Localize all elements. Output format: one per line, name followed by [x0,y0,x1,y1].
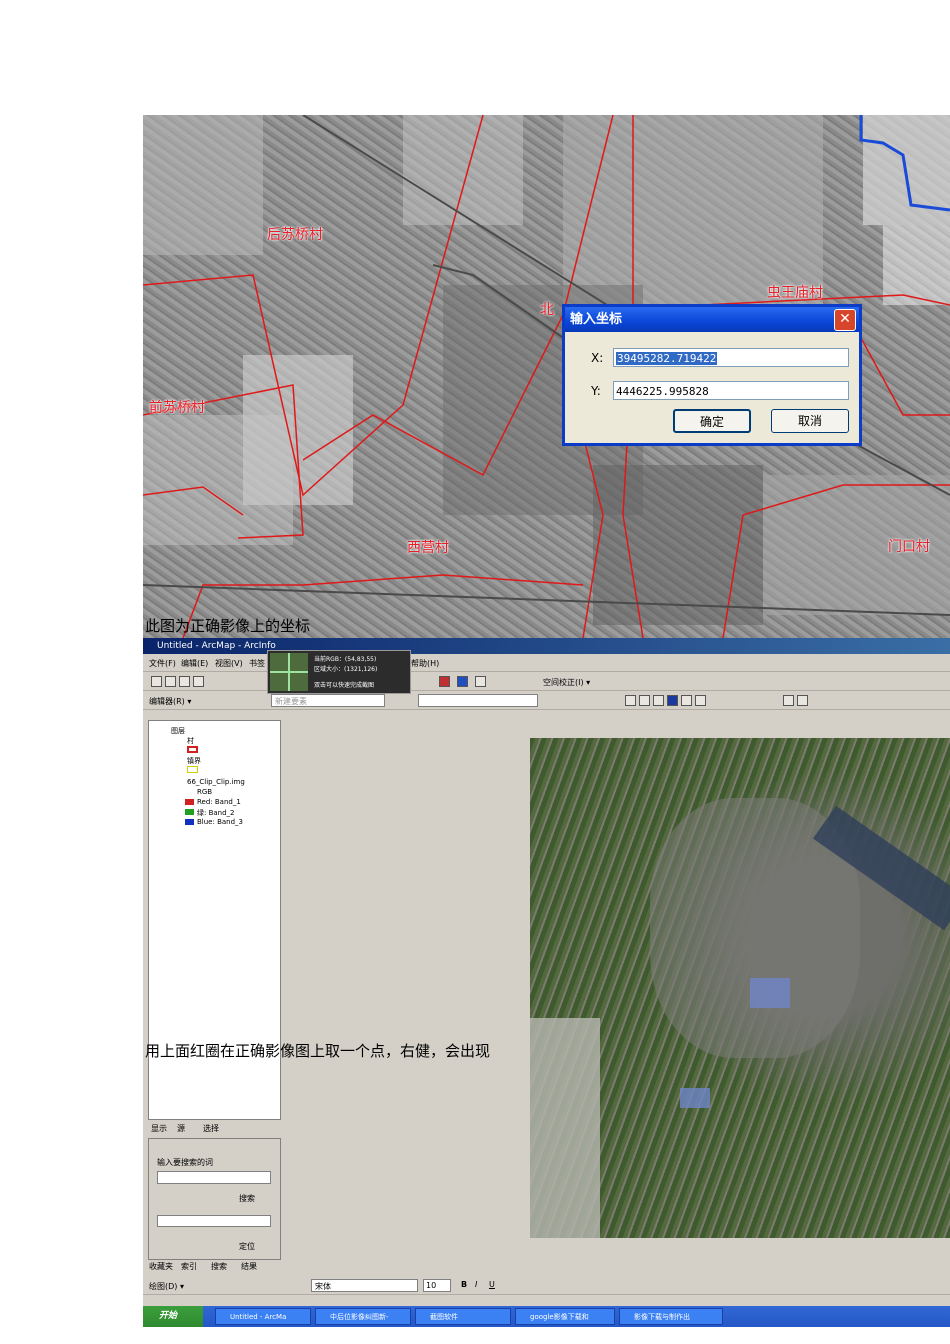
layer-swatch [187,766,198,773]
editor-toolbar: 编辑器(R) ▾ 新建要素 [143,691,950,710]
taskbar-item[interactable]: Untitled - ArcMa [215,1308,311,1325]
tab-selection[interactable]: 选择 [203,1123,219,1134]
target-dropdown[interactable] [418,694,538,707]
bold-button[interactable]: B [461,1280,467,1289]
x-label: X: [591,351,604,365]
toc-green-band: 绿: Band_2 [197,809,235,817]
menu-bookmarks[interactable]: 书签 [249,658,265,669]
village-label: 前苏桥村 [149,400,205,416]
layer-icon[interactable] [439,676,450,687]
font-dropdown[interactable]: 宋体 [311,1279,418,1292]
window-title: Untitled - ArcMap - ArcInfo [143,638,950,654]
zoom-in-icon[interactable] [625,695,636,706]
toc-red-band: Red: Band_1 [197,798,241,806]
pan-icon[interactable] [653,695,664,706]
taskbar-item[interactable]: 中后位影像纠图新- [315,1308,411,1325]
tab-display[interactable]: 显示 [151,1123,167,1134]
menu-view[interactable]: 视图(V) [215,658,243,669]
caption-correct-image: 此图为正确影像上的坐标 [145,617,311,635]
popup-size: 区域大小：(1321,126) [314,666,378,673]
dialog-title: 输入坐标 [565,307,859,332]
ok-button[interactable]: 确定 [673,409,751,433]
toc-blue-band: Blue: Band_3 [197,818,243,826]
village-label: 北 [540,302,554,318]
layer-icon[interactable] [475,676,486,687]
search-panel: 输入要搜索的词 搜索 定位 [148,1138,281,1260]
locate-button[interactable]: 定位 [239,1241,255,1252]
toc-rgb: RGB [197,788,213,796]
taskbar-item[interactable]: google影像下载和 [515,1308,615,1325]
toc-layer-town[interactable]: 镇界 [187,756,201,766]
task-dropdown[interactable]: 新建要素 [271,694,385,707]
tab-source[interactable]: 源 [177,1123,185,1134]
search-input[interactable] [157,1171,271,1184]
arcmap-screenshot: Untitled - ArcMap - ArcInfo 文件(F) 编辑(E) … [143,638,950,1327]
screenshot-tool-popup: 当前RGB：(54,83,55) 区域大小：(1321,126) 双击可以快速完… [267,650,411,694]
close-icon[interactable]: ✕ [834,309,856,331]
x-field[interactable]: 39495282.719422 [613,348,849,367]
village-label: 后苏桥村 [267,227,323,243]
save-icon[interactable] [179,676,190,687]
search-button[interactable]: 搜索 [239,1193,255,1204]
popup-rgb: 当前RGB：(54,83,55) [314,656,377,663]
y-field[interactable]: 4446225.995828 [613,381,849,400]
layer-swatch [187,746,198,753]
new-icon[interactable] [151,676,162,687]
layer-icon[interactable] [457,676,468,687]
tab-search[interactable]: 搜索 [211,1261,227,1272]
identify-icon[interactable] [783,695,794,706]
village-label: 门口村 [888,539,930,555]
georef-dropdown[interactable]: 空间校正(I) ▾ [543,677,590,688]
red-swatch [185,799,194,805]
toc-layer-image[interactable]: 66_Clip_Clip.img [187,778,245,786]
village-label: 西营村 [407,540,449,556]
y-label: Y: [591,384,601,398]
find-icon[interactable] [797,695,808,706]
cancel-button[interactable]: 取消 [771,409,849,433]
tab-favorites[interactable]: 收藏夹 [149,1261,173,1272]
draw-toolbar: 绘图(D) ▾ 宋体 10 B I U [143,1276,950,1295]
search-prompt: 输入要搜索的词 [157,1158,213,1167]
windows-taskbar: 开始 Untitled - ArcMa 中后位影像纠图新- 截图软件 googl… [143,1306,950,1327]
print-icon[interactable] [193,676,204,687]
village-label: 虫王庙村 [767,285,823,301]
taskbar-item[interactable]: 截图软件 [415,1308,511,1325]
tab-results[interactable]: 结果 [241,1261,257,1272]
magnifier-preview [270,653,308,691]
popup-hint: 双击可以快速完成截图 [314,682,375,689]
back-icon[interactable] [681,695,692,706]
font-size-dropdown[interactable]: 10 [423,1279,451,1292]
green-swatch [185,809,194,815]
menu-bar: 文件(F) 编辑(E) 视图(V) 书签 帮助(H) [143,654,950,672]
globe-icon[interactable] [667,695,678,706]
menu-edit[interactable]: 编辑(E) [181,658,208,669]
toc-layer-village[interactable]: 村 [187,736,194,746]
forward-icon[interactable] [695,695,706,706]
menu-help[interactable]: 帮助(H) [411,658,439,669]
toc-root[interactable]: 图层 [171,726,185,736]
zoom-out-icon[interactable] [639,695,650,706]
results-list[interactable] [157,1215,271,1227]
draw-menu[interactable]: 绘图(D) ▾ [149,1281,184,1292]
blue-swatch [185,819,194,825]
italic-button[interactable]: I [475,1280,477,1289]
satellite-image [530,738,950,1238]
input-coordinate-dialog: 输入坐标 ✕ X: 39495282.719422 Y: 4446225.995… [562,304,862,446]
underline-button[interactable]: U [489,1280,495,1289]
standard-toolbar: 空间校正(I) ▾ [143,672,950,691]
open-icon[interactable] [165,676,176,687]
tab-index[interactable]: 索引 [181,1261,197,1272]
editor-dropdown[interactable]: 编辑器(R) ▾ [149,696,191,707]
start-button[interactable]: 开始 [143,1306,203,1327]
taskbar-item[interactable]: 影像下载与制作出 [619,1308,723,1325]
caption-instruction: 用上面红圈在正确影像图上取一个点，右健，会出现 [145,1042,491,1060]
menu-file[interactable]: 文件(F) [149,658,176,669]
